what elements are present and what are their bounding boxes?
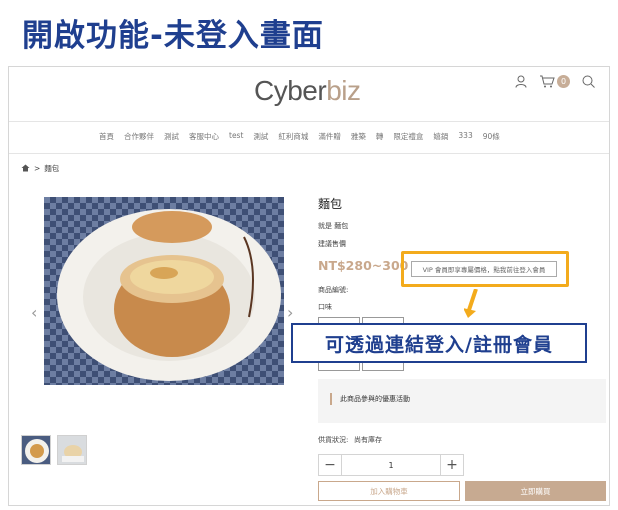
promo-text: 此商品參與的優惠活動 [340, 395, 410, 403]
quantity-stepper: − 1 + [318, 454, 464, 476]
next-image-arrow[interactable]: › [287, 303, 293, 322]
breadcrumb-separator: > [34, 164, 41, 173]
cart-count-badge: 0 [557, 75, 570, 88]
buy-now-button[interactable]: 立即購買 [465, 481, 606, 501]
logo-text-biz: biz [326, 75, 361, 106]
nav-item[interactable]: 紅利商城 [278, 131, 308, 142]
nav-item[interactable]: test [229, 131, 243, 142]
header-divider [9, 121, 609, 122]
product-thumbnail[interactable] [57, 435, 87, 465]
nav-item[interactable]: 限定禮盒 [393, 131, 423, 142]
product-subtitle: 就是 麵包 [318, 222, 349, 230]
callout-arrow-icon [463, 288, 480, 323]
price-label: 建議售價 [318, 240, 346, 248]
nav-item[interactable]: 雅築 [351, 131, 366, 142]
product-thumbnail[interactable] [21, 435, 51, 465]
qty-increase-button[interactable]: + [441, 455, 463, 475]
nav-item[interactable]: 333 [458, 131, 472, 142]
nav-item[interactable]: 測試 [253, 131, 268, 142]
search-icon[interactable] [582, 75, 595, 88]
promo-accent-bar [330, 393, 332, 405]
header-icons: 0 [515, 75, 595, 88]
prev-image-arrow[interactable]: ‹ [31, 303, 37, 322]
product-main-image[interactable] [44, 197, 284, 385]
breadcrumb-current[interactable]: 麵包 [44, 163, 59, 174]
product-price: NT$280~300 [318, 258, 409, 273]
nav-item[interactable]: 合作夥伴 [124, 131, 154, 142]
breadcrumb: > 麵包 [21, 163, 59, 174]
nav-item[interactable]: 90條 [483, 131, 500, 142]
add-to-cart-button[interactable]: 加入購物車 [318, 481, 460, 501]
nav-item[interactable]: 客服中心 [189, 131, 219, 142]
product-title: 麵包 [318, 197, 343, 211]
cyberbiz-logo[interactable]: Cyberbiz [254, 75, 361, 107]
qty-decrease-button[interactable]: − [319, 455, 341, 475]
flavor-label: 口味 [318, 303, 332, 311]
main-nav: 首頁 合作夥伴 測試 客服中心 test 測試 紅利商城 滿件贈 雅築 轉 限定… [99, 131, 500, 142]
logo-text-cyber: Cyber [254, 75, 327, 106]
slide-title: 開啟功能-未登入畫面 [22, 18, 324, 54]
nav-item[interactable]: 滿件贈 [318, 131, 341, 142]
qty-input[interactable]: 1 [341, 455, 441, 475]
stock-label: 供貨狀況: [318, 436, 349, 444]
promo-section: 此商品參與的優惠活動 [318, 379, 606, 423]
shop-window: Cyberbiz 0 首頁 合作夥伴 測試 客服中心 test 測試 紅利商城 … [8, 66, 610, 506]
cart-icon [539, 75, 555, 88]
user-icon[interactable] [515, 75, 527, 88]
cart-button[interactable]: 0 [539, 75, 570, 88]
callout-annotation: 可透過連結登入/註冊會員 [291, 323, 587, 363]
nav-item[interactable]: 嬉鍋 [433, 131, 448, 142]
sku-label: 商品編號: [318, 286, 349, 294]
nav-divider [9, 153, 609, 154]
vip-highlight-box [401, 251, 569, 287]
nav-item[interactable]: 轉 [376, 131, 384, 142]
stock-status: 尚有庫存 [354, 436, 382, 444]
home-icon[interactable] [21, 164, 30, 174]
nav-item[interactable]: 首頁 [99, 131, 114, 142]
nav-item[interactable]: 測試 [164, 131, 179, 142]
